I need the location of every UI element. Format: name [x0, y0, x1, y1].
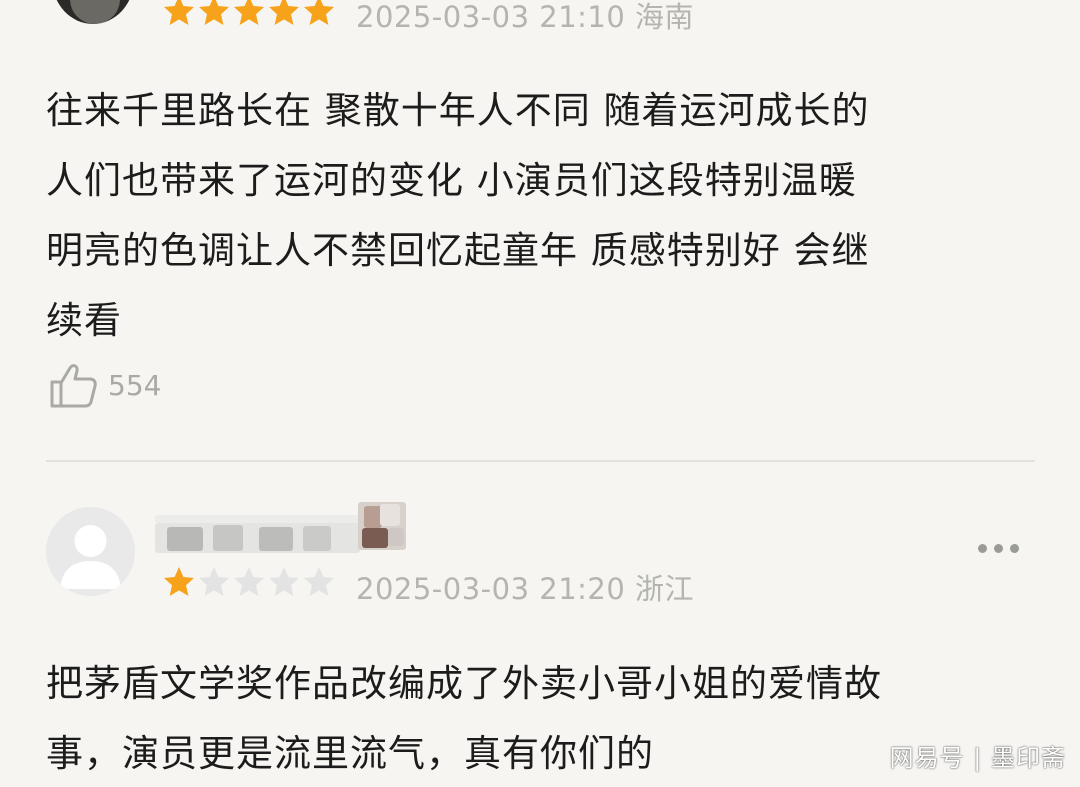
rating-stars: [162, 0, 336, 28]
star-filled-icon: [164, 0, 194, 25]
comment-body: 往来千里路长在 聚散十年人不同 随着运河成长的 人们也带来了运河的变化 小演员们…: [46, 76, 870, 356]
comment-line: 事，演员更是流里流气，真有你们的: [46, 732, 654, 775]
like-count: 554: [108, 368, 162, 402]
watermark: 网易号 | 墨印斋: [889, 744, 1066, 772]
star-filled-icon: [234, 0, 264, 25]
username[interactable]: [155, 515, 360, 555]
comment-line: 续看: [46, 299, 122, 342]
comment-line: 明亮的色调让人不禁回忆起童年 质感特别好 会继: [46, 229, 870, 272]
star-filled-icon: [304, 0, 334, 25]
comment-list: 2025-03-03 21:10 海南 往来千里路长在 聚散十年人不同 随着运河…: [0, 0, 1080, 787]
comment-meta: 2025-03-03 21:10 海南: [356, 0, 694, 36]
star-empty-icon: [269, 567, 299, 596]
comment-line: 往来千里路长在 聚散十年人不同 随着运河成长的: [46, 89, 870, 132]
star-empty-icon: [304, 567, 334, 596]
like-button[interactable]: 554: [48, 360, 161, 410]
comment-body: 把茅盾文学奖作品改编成了外卖小哥小姐的爱情故 事，演员更是流里流气，真有你们的: [46, 649, 882, 787]
star-filled-icon: [199, 0, 229, 25]
user-badge-icon: [358, 502, 406, 550]
comment-meta: 2025-03-03 21:20 浙江: [356, 566, 694, 608]
divider: [46, 460, 1035, 462]
comment-location: 海南: [635, 0, 695, 34]
thumbs-up-icon: [50, 364, 97, 408]
star-empty-icon: [199, 567, 229, 596]
user-avatar[interactable]: [46, 507, 135, 596]
comment-timestamp: 2025-03-03 21:20: [356, 572, 626, 606]
star-filled-icon: [269, 0, 299, 25]
comment-timestamp: 2025-03-03 21:10: [356, 0, 626, 34]
comment-location: 浙江: [635, 572, 695, 606]
more-dots-icon[interactable]: [978, 544, 1019, 553]
star-empty-icon: [234, 567, 264, 596]
comment-line: 人们也带来了运河的变化 小演员们这段特别温暖: [46, 159, 857, 202]
star-filled-icon: [164, 567, 194, 596]
comment-line: 把茅盾文学奖作品改编成了外卖小哥小姐的爱情故: [46, 662, 882, 705]
rating-stars: [162, 565, 336, 599]
default-avatar-icon: [60, 525, 121, 589]
user-avatar[interactable]: [52, 0, 134, 24]
